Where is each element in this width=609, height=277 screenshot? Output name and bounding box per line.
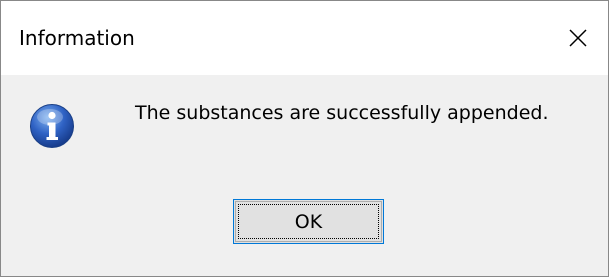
title-bar: Information (1, 1, 608, 75)
close-icon (569, 29, 587, 47)
window-title: Information (19, 26, 135, 50)
message-text: The substances are successfully appended… (135, 102, 549, 124)
ok-button[interactable]: OK (233, 199, 384, 244)
information-dialog: Information The substances are successfu… (0, 0, 609, 277)
info-icon (30, 104, 74, 148)
ok-button-label: OK (294, 210, 323, 233)
close-button[interactable] (548, 1, 608, 75)
dialog-content: The substances are successfully appended… (1, 75, 608, 276)
